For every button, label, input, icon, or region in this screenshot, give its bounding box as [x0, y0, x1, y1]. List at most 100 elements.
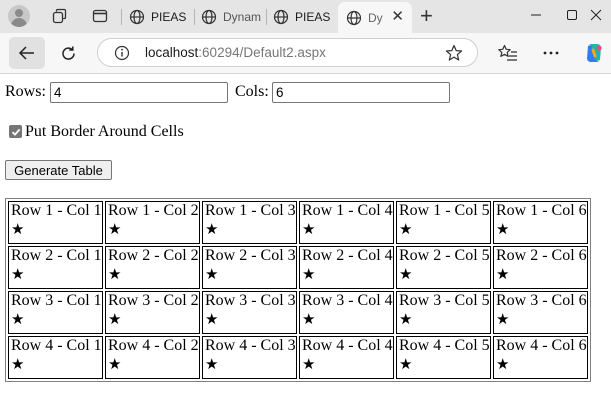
star-icon: ★	[108, 357, 122, 373]
star-icon: ★	[11, 222, 25, 238]
table-cell: Row 4 - Col 2 ★	[105, 336, 200, 379]
copilot-icon	[587, 44, 602, 62]
table-cell: Row 1 - Col 1 ★	[8, 201, 103, 244]
star-icon: ★	[205, 357, 219, 373]
tab-separator	[121, 9, 122, 25]
close-tab-icon[interactable]: ✕	[391, 9, 404, 24]
tab-pieas-1[interactable]: PIEAS	[129, 4, 191, 29]
more-dots-icon	[543, 51, 559, 55]
star-icon: ★	[496, 312, 510, 328]
tab-pieas-2[interactable]: PIEAS	[273, 4, 335, 29]
cols-input[interactable]	[272, 82, 450, 103]
close-window-icon[interactable]	[590, 0, 611, 30]
star-icon: ★	[496, 267, 510, 283]
table-cell: Row 2 - Col 5 ★	[396, 246, 491, 289]
table-cell: Row 1 - Col 3 ★	[202, 201, 297, 244]
cell-text: Row 4 - Col 3	[205, 337, 296, 354]
star-icon: ★	[399, 312, 413, 328]
globe-icon	[201, 9, 217, 24]
address-bar[interactable]: localhost:60294/Default2.aspx	[97, 38, 478, 67]
page-content: Rows: Cols: Put Border Around Cells Gene…	[0, 74, 611, 414]
cell-text: Row 1 - Col 3	[205, 202, 296, 219]
site-info-icon[interactable]	[114, 45, 130, 61]
cell-text: Row 1 - Col 6	[496, 202, 587, 219]
cell-text: Row 3 - Col 2	[108, 292, 199, 309]
table-cell: Row 1 - Col 5 ★	[396, 201, 491, 244]
star-icon: ★	[399, 357, 413, 373]
tab-strip: PIEAS Dynam PIEAS Dy ✕ +	[0, 0, 611, 33]
cell-text: Row 4 - Col 1	[11, 337, 102, 354]
cols-label: Cols:	[235, 83, 269, 100]
table-cell: Row 3 - Col 4 ★	[299, 291, 394, 334]
new-tab-button[interactable]: +	[420, 3, 433, 29]
favorites-button[interactable]	[493, 40, 523, 66]
star-icon: ★	[302, 267, 316, 283]
star-icon: ★	[399, 222, 413, 238]
border-checkbox[interactable]	[9, 125, 22, 138]
cell-text: Row 3 - Col 1	[11, 292, 102, 309]
star-icon: ★	[399, 267, 413, 283]
star-icon: ★	[108, 267, 122, 283]
back-button[interactable]	[9, 37, 45, 69]
table-cell: Row 2 - Col 2 ★	[105, 246, 200, 289]
refresh-button[interactable]	[53, 40, 83, 66]
cell-text: Row 2 - Col 4	[302, 247, 393, 264]
tab-title: Dynam	[223, 9, 262, 24]
star-icon: ★	[302, 312, 316, 328]
star-icon: ★	[205, 267, 219, 283]
tab-dynamic[interactable]: Dynam	[201, 4, 263, 29]
star-icon: ★	[108, 222, 122, 238]
more-options-button[interactable]	[536, 40, 566, 66]
tab-active[interactable]: Dy ✕	[338, 2, 412, 33]
tab-separator	[194, 9, 195, 25]
url-text: localhost:60294/Default2.aspx	[145, 45, 326, 60]
star-icon: ★	[205, 222, 219, 238]
profile-avatar[interactable]	[8, 5, 30, 27]
table-cell: Row 4 - Col 6 ★	[493, 336, 588, 379]
avatar-body	[11, 18, 27, 27]
table-cell: Row 2 - Col 1 ★	[8, 246, 103, 289]
checkmark-icon	[11, 128, 20, 136]
url-host: localhost	[145, 45, 199, 60]
refresh-icon	[61, 46, 75, 60]
generated-table: Row 1 - Col 1 ★ Row 1 - Col 2 ★ Row 1 - Col …	[5, 198, 591, 382]
tab-title: Dy	[368, 10, 383, 25]
back-arrow-icon	[18, 46, 34, 60]
table-row: Row 1 - Col 1 ★ Row 1 - Col 2 ★ Row 1 - Col …	[8, 201, 588, 244]
star-icon: ★	[11, 357, 25, 373]
cell-text: Row 2 - Col 6	[496, 247, 587, 264]
browser-toolbar: localhost:60294/Default2.aspx	[0, 33, 611, 74]
cell-text: Row 3 - Col 4	[302, 292, 393, 309]
cell-text: Row 1 - Col 4	[302, 202, 393, 219]
cell-text: Row 4 - Col 6	[496, 337, 587, 354]
cell-text: Row 3 - Col 5	[399, 292, 490, 309]
favorite-star-icon[interactable]	[445, 44, 463, 62]
table-cell: Row 2 - Col 4 ★	[299, 246, 394, 289]
star-icon: ★	[496, 222, 510, 238]
table-row: Row 2 - Col 1 ★ Row 2 - Col 2 ★ Row 2 - Col …	[8, 246, 588, 289]
rows-label: Rows:	[5, 83, 46, 100]
star-icon: ★	[302, 357, 316, 373]
tab-separator	[266, 9, 267, 25]
generate-table-button[interactable]: Generate Table	[5, 160, 112, 180]
cell-text: Row 2 - Col 2	[108, 247, 199, 264]
maximize-icon[interactable]	[554, 0, 590, 30]
cell-text: Row 1 - Col 2	[108, 202, 199, 219]
cell-text: Row 2 - Col 3	[205, 247, 296, 264]
workspaces-icon[interactable]	[48, 5, 72, 27]
tab-actions-icon[interactable]	[88, 5, 112, 27]
globe-icon	[346, 10, 362, 25]
table-cell: Row 2 - Col 6 ★	[493, 246, 588, 289]
rows-input[interactable]	[50, 82, 228, 103]
table-cell: Row 3 - Col 5 ★	[396, 291, 491, 334]
table-cell: Row 3 - Col 2 ★	[105, 291, 200, 334]
minimize-icon[interactable]	[518, 0, 554, 30]
table-cell: Row 4 - Col 4 ★	[299, 336, 394, 379]
cell-text: Row 4 - Col 5	[399, 337, 490, 354]
tab-title: PIEAS	[151, 9, 187, 24]
border-checkbox-label[interactable]: Put Border Around Cells	[25, 123, 184, 141]
copilot-button[interactable]	[579, 40, 609, 66]
tab-title: PIEAS	[295, 9, 331, 24]
star-icon: ★	[11, 267, 25, 283]
globe-icon	[129, 9, 145, 24]
